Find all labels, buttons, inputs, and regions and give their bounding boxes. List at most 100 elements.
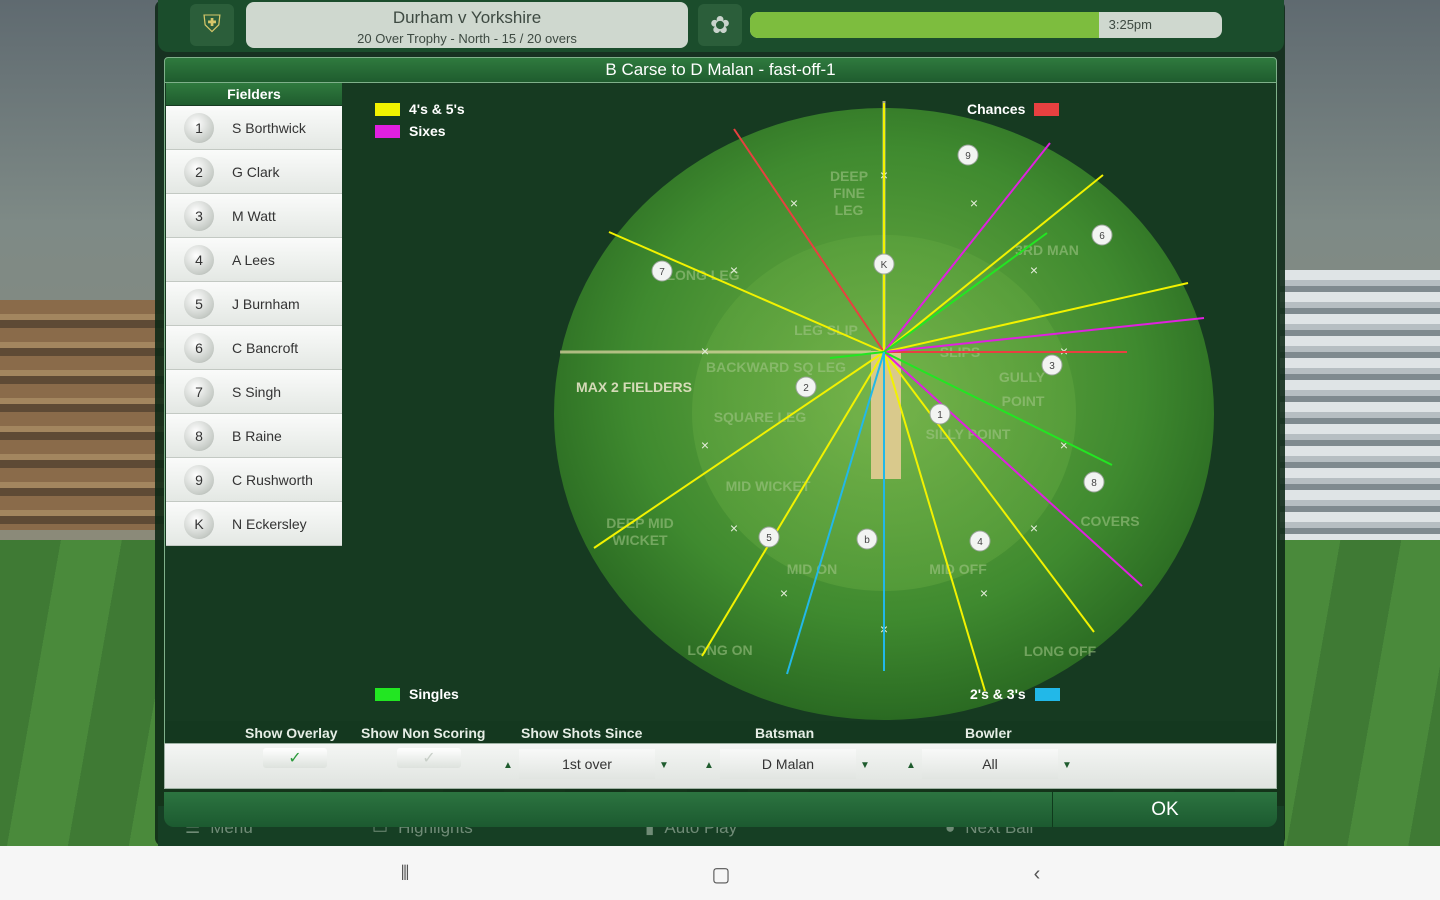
progress-fill bbox=[750, 12, 1100, 38]
ok-button[interactable]: OK bbox=[1053, 792, 1277, 827]
bowler-down-button[interactable]: ▼ bbox=[1058, 752, 1076, 778]
pavilion-stand bbox=[0, 300, 170, 530]
field-label: LONG LEG bbox=[666, 267, 739, 283]
arrow-down-icon: ▼ bbox=[860, 759, 870, 771]
fielder-row[interactable]: 2 G Clark bbox=[166, 150, 342, 194]
fielder-number: 1 bbox=[184, 112, 214, 143]
fielder-marker-label: 6 bbox=[1099, 231, 1105, 242]
fielder-name: S Borthwick bbox=[232, 119, 306, 136]
legend-label: Chances bbox=[967, 101, 1026, 117]
field-marker-x: × bbox=[701, 437, 709, 453]
fielder-marker[interactable]: K bbox=[873, 253, 895, 275]
fielder-marker[interactable]: 5 bbox=[758, 526, 780, 548]
shots-since-up-button[interactable]: ▲ bbox=[499, 752, 517, 778]
shots-since-down-button[interactable]: ▼ bbox=[655, 752, 673, 778]
grandstand bbox=[1280, 270, 1440, 540]
fielder-marker-label: K bbox=[881, 260, 888, 271]
home-icon[interactable]: ▢ bbox=[706, 860, 736, 888]
arrow-down-icon: ▼ bbox=[1062, 759, 1072, 771]
batsman-select[interactable]: D Malan bbox=[720, 749, 856, 779]
controls-labels: Show Overlay Show Non Scoring Show Shots… bbox=[164, 721, 1277, 743]
fielder-number: 2 bbox=[184, 156, 214, 187]
legend-chances: Chances bbox=[967, 101, 1060, 117]
batsman-down-button[interactable]: ▼ bbox=[856, 752, 874, 778]
bowler-label: Bowler bbox=[965, 725, 1012, 741]
fielder-number: 9 bbox=[184, 464, 214, 495]
back-icon[interactable]: ‹ bbox=[1022, 860, 1052, 888]
show-overlay-label: Show Overlay bbox=[245, 725, 338, 741]
fielder-marker[interactable]: b bbox=[856, 528, 878, 550]
field-marker-x: × bbox=[1030, 262, 1038, 278]
field-label: LONG OFF bbox=[1024, 643, 1097, 659]
field-label: SQUARE LEG bbox=[714, 409, 807, 425]
field-label: DEEP bbox=[830, 168, 868, 184]
fielder-marker[interactable]: 4 bbox=[969, 530, 991, 552]
fielder-marker-label: 4 bbox=[977, 537, 983, 548]
field-label: COVERS bbox=[1080, 513, 1139, 529]
fielder-marker[interactable]: 2 bbox=[795, 376, 817, 398]
fielder-number: 7 bbox=[184, 376, 214, 407]
batsman-up-button[interactable]: ▲ bbox=[700, 752, 718, 778]
fielder-number: K bbox=[184, 508, 214, 539]
fielder-marker[interactable]: 3 bbox=[1041, 354, 1063, 376]
field-label: MID ON bbox=[787, 561, 838, 577]
field-marker-x: × bbox=[780, 585, 788, 601]
fielder-row[interactable]: 4 A Lees bbox=[166, 238, 342, 282]
fielders-list: 1 S Borthwick 2 G Clark 3 M Watt 4 A Lees 5 J Bur… bbox=[166, 106, 342, 546]
checkmark-icon: ✓ bbox=[288, 750, 302, 767]
field-label: GULLY bbox=[999, 369, 1046, 385]
wagon-wheel: DEEPFINELEGLONG LEGLEG SLIP3RD MANBACKWA… bbox=[554, 101, 1214, 720]
field-label: WICKET bbox=[612, 532, 668, 548]
match-progress: 3:25pm bbox=[750, 12, 1222, 38]
progress-label: 3:25pm bbox=[1108, 17, 1152, 32]
fielder-marker-label: 5 bbox=[766, 533, 772, 544]
fielder-name: S Singh bbox=[232, 383, 282, 400]
fielder-name: M Watt bbox=[232, 207, 276, 224]
arrow-up-icon: ▲ bbox=[704, 759, 714, 771]
field-label: LONG ON bbox=[687, 642, 752, 658]
fielder-row[interactable]: 3 M Watt bbox=[166, 194, 342, 238]
fielder-marker[interactable]: 8 bbox=[1083, 471, 1105, 493]
fielder-number: 6 bbox=[184, 332, 214, 363]
fielder-row[interactable]: 8 B Raine bbox=[166, 414, 342, 458]
fielder-name: G Clark bbox=[232, 163, 280, 180]
fielder-row[interactable]: K N Eckersley bbox=[166, 502, 342, 546]
controls-row: ✓ ✓ ▲ 1st over ▼ ▲ D Malan ▼ ▲ All ▼ bbox=[164, 743, 1277, 789]
shots-since-select[interactable]: 1st over bbox=[519, 749, 655, 779]
fielder-row[interactable]: 5 J Burnham bbox=[166, 282, 342, 326]
arrow-up-icon: ▲ bbox=[503, 759, 513, 771]
fielder-marker[interactable]: 6 bbox=[1091, 224, 1113, 246]
rose-crest-icon: ✿ bbox=[698, 4, 742, 46]
legend-swatch bbox=[375, 124, 400, 138]
field-label: POINT bbox=[1002, 393, 1045, 409]
fielder-number: 5 bbox=[184, 288, 214, 319]
fielder-marker[interactable]: 9 bbox=[957, 144, 979, 166]
field-marker-x: × bbox=[730, 262, 738, 278]
fielder-row[interactable]: 6 C Bancroft bbox=[166, 326, 342, 370]
legend-swatch bbox=[375, 687, 400, 701]
recent-apps-icon[interactable]: ⦀ bbox=[390, 860, 420, 888]
show-non-scoring-toggle[interactable]: ✓ bbox=[397, 748, 461, 768]
match-subtitle: 20 Over Trophy - North - 15 / 20 overs bbox=[357, 31, 577, 46]
field-label: LEG bbox=[835, 202, 864, 218]
legend-label: Sixes bbox=[409, 123, 446, 139]
show-shots-since-label: Show Shots Since bbox=[521, 725, 643, 741]
fielder-row[interactable]: 1 S Borthwick bbox=[166, 106, 342, 150]
field-marker-x: × bbox=[790, 195, 798, 211]
bowler-up-button[interactable]: ▲ bbox=[902, 752, 920, 778]
legend-swatch bbox=[375, 102, 400, 116]
dialog-title: B Carse to D Malan - fast-off-1 bbox=[164, 57, 1277, 83]
bowler-select[interactable]: All bbox=[922, 749, 1058, 779]
fielder-row[interactable]: 9 C Rushworth bbox=[166, 458, 342, 502]
field-label: MID WICKET bbox=[726, 478, 811, 494]
fielder-row[interactable]: 7 S Singh bbox=[166, 370, 342, 414]
match-info[interactable]: Durham v Yorkshire 20 Over Trophy - Nort… bbox=[246, 2, 688, 48]
fielder-marker[interactable]: 7 bbox=[651, 260, 673, 282]
show-overlay-toggle[interactable]: ✓ bbox=[263, 748, 327, 768]
fielder-name: C Rushworth bbox=[232, 471, 313, 488]
legend-swatch bbox=[1034, 102, 1060, 116]
fielder-marker-label: b bbox=[864, 535, 870, 546]
fielder-marker[interactable]: 1 bbox=[929, 403, 951, 425]
fielder-marker-label: 9 bbox=[965, 151, 971, 162]
fielder-number: 3 bbox=[184, 200, 214, 231]
